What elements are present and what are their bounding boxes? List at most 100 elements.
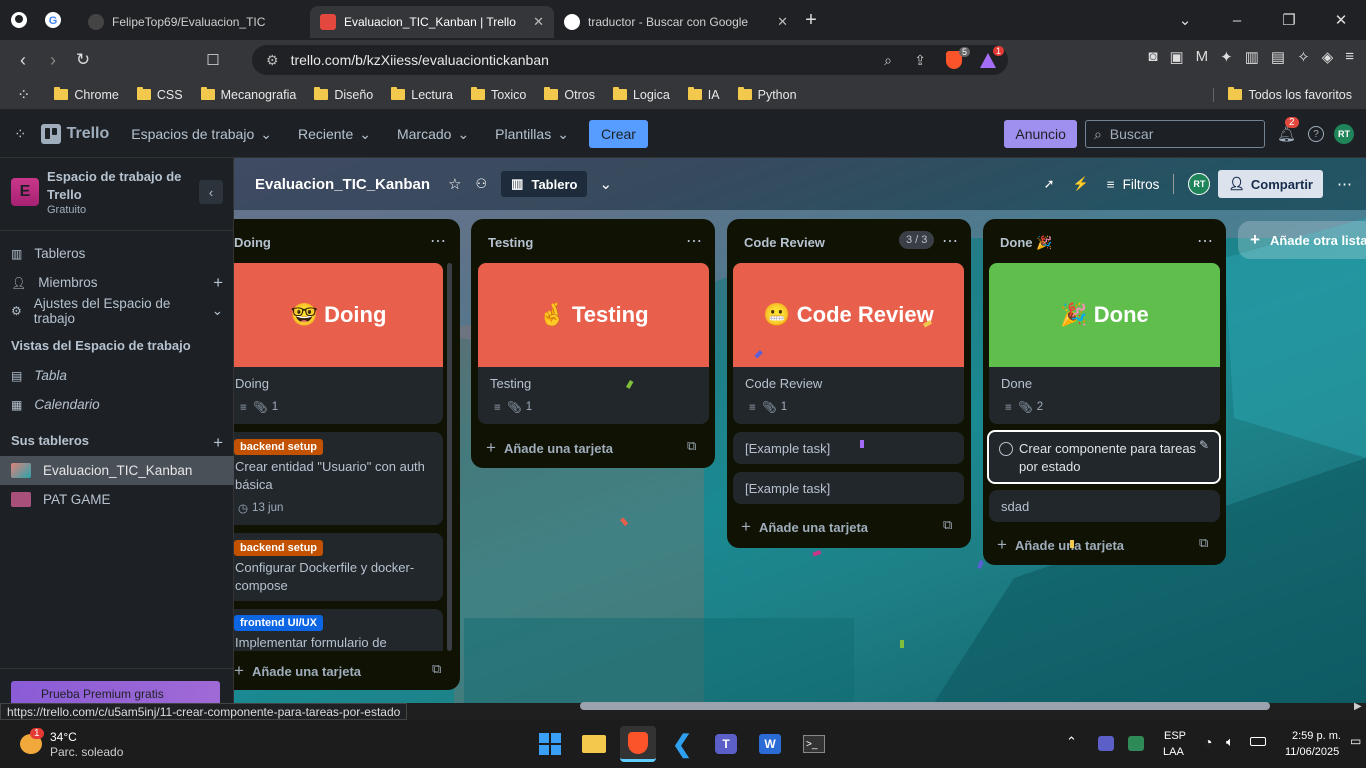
bookmark-folder[interactable]: Mecanografia — [200, 87, 296, 102]
avatar[interactable]: RT — [1334, 124, 1354, 144]
app-switcher-icon[interactable]: ⁘ — [14, 125, 27, 143]
visibility-icon[interactable]: ⚇ — [476, 176, 488, 192]
all-bookmarks[interactable]: Todos los favoritos — [1213, 87, 1352, 102]
list-menu-icon[interactable]: ⋯ — [1197, 231, 1214, 251]
menu-workspaces[interactable]: Espacios de trabajo ⌄ — [131, 126, 272, 143]
menu-templates[interactable]: Plantillas ⌄ — [495, 126, 569, 143]
list-scrollbar[interactable] — [447, 263, 452, 651]
sidebar-item-settings[interactable]: ⚙ Ajustes del Espacio de trabajo ⌄ — [0, 296, 234, 326]
cover-card[interactable]: Doing ≡ 📎︎ 1 — [234, 367, 443, 424]
wallet-icon[interactable]: ▤ — [1271, 48, 1285, 66]
bookmark-folder[interactable]: Python — [737, 87, 797, 102]
list-title[interactable]: Done 🎉 — [1000, 235, 1052, 251]
image-icon[interactable]: ▣ — [1169, 48, 1183, 66]
add-list-button[interactable]: + Añade otra lista — [1238, 221, 1366, 259]
edit-icon[interactable]: ✎ — [1199, 438, 1209, 452]
menu-icon[interactable]: ≡ — [1345, 48, 1354, 66]
reload-icon[interactable]: ↻ — [68, 45, 98, 75]
list-menu-icon[interactable]: ⋯ — [942, 231, 959, 251]
chevron-down-icon[interactable]: ⌄ — [599, 175, 612, 193]
card-cover[interactable]: 🤓 Doing — [234, 263, 443, 367]
card[interactable]: backend setup Configurar Dockerfile y do… — [234, 533, 443, 601]
add-card-button[interactable]: + Añade una tarjeta — [486, 438, 613, 458]
word-icon[interactable]: W — [752, 726, 788, 762]
sidebar-item-calendar[interactable]: ▦ Calendario — [0, 390, 234, 419]
list-title[interactable]: Code Review — [744, 235, 825, 250]
more-icon[interactable]: ⋯ — [1337, 175, 1352, 193]
close-icon[interactable]: ✕ — [533, 14, 544, 30]
star-icon[interactable]: ☆ — [448, 175, 461, 193]
apps-icon[interactable]: ⁘ — [17, 85, 30, 105]
automation-icon[interactable]: ➚ — [1044, 176, 1055, 192]
add-card-button[interactable]: + Añade una tarjeta — [234, 661, 361, 681]
clock-date[interactable]: 11/06/2025 — [1285, 746, 1339, 758]
bookmark-folder[interactable]: Toxico — [470, 87, 526, 102]
camera-icon[interactable]: ◙ — [1148, 48, 1157, 66]
bookmark-folder[interactable]: IA — [687, 87, 720, 102]
collapse-sidebar-button[interactable]: ‹ — [199, 180, 223, 204]
bookmark-folder[interactable]: Otros — [544, 87, 595, 102]
sidebar-item-table[interactable]: ▤ Tabla — [0, 361, 234, 390]
file-explorer-icon[interactable] — [576, 726, 612, 762]
announce-button[interactable]: Anuncio — [1004, 120, 1077, 148]
list-title[interactable]: Doing — [234, 235, 271, 250]
notifications-icon[interactable]: ▭ — [1350, 734, 1361, 748]
site-info-icon[interactable]: ⚙ — [266, 52, 279, 69]
sidebar-item-members[interactable]: 👤︎ Miembros + — [0, 268, 234, 297]
bookmark-folder[interactable]: Diseño — [314, 87, 373, 102]
github-icon[interactable] — [6, 7, 32, 33]
vscode-icon[interactable]: ❮ — [664, 726, 700, 762]
template-icon[interactable]: ⧉ — [1199, 535, 1208, 551]
close-icon[interactable]: ✕ — [777, 14, 788, 30]
tray-app-icon[interactable] — [1128, 736, 1144, 751]
tab-trello[interactable]: Evaluacion_TIC_Kanban | Trello ✕ — [310, 6, 554, 38]
start-icon[interactable] — [532, 726, 568, 762]
list-title[interactable]: Testing — [488, 235, 533, 250]
tab-github[interactable]: FelipeTop69/Evaluacion_TIC — [78, 6, 310, 38]
language-code[interactable]: ESP — [1164, 730, 1186, 742]
teams-icon[interactable]: T — [708, 726, 744, 762]
card[interactable]: frontend UI/UX Implementar formulario de — [234, 609, 443, 651]
keyboard-layout[interactable]: LAA — [1163, 746, 1184, 758]
create-button[interactable]: Crear — [588, 120, 648, 148]
chevron-up-icon[interactable]: ⌃ — [1066, 734, 1077, 750]
ai-icon[interactable]: ✧ — [1297, 48, 1310, 66]
minimize-icon[interactable]: – — [1224, 7, 1250, 33]
zoom-icon[interactable]: ⌕ — [884, 52, 892, 69]
close-window-icon[interactable]: ✕ — [1328, 7, 1354, 33]
sidebar-board-patgame[interactable]: PAT GAME — [0, 485, 234, 514]
chevron-down-icon[interactable]: ⌄ — [1172, 7, 1198, 33]
template-icon[interactable]: ⧉ — [432, 661, 441, 677]
share-icon[interactable]: ⇪ — [914, 52, 926, 69]
malwarebytes-icon[interactable]: M — [1196, 48, 1209, 66]
help-icon[interactable]: ? — [1308, 126, 1324, 142]
sidebar-icon[interactable]: ▥ — [1245, 48, 1259, 66]
power-ups-icon[interactable]: ⚡ — [1073, 176, 1089, 192]
clock-time[interactable]: 2:59 p. m. — [1292, 730, 1341, 742]
forward-icon[interactable]: › — [38, 45, 68, 75]
tab-google[interactable]: traductor - Buscar con Google ✕ — [554, 6, 798, 38]
list-menu-icon[interactable]: ⋯ — [686, 231, 703, 251]
board-title[interactable]: Evaluacion_TIC_Kanban — [255, 176, 430, 193]
url-bar[interactable]: ⚙ trello.com/b/kzXiiess/evaluaciontickan… — [252, 45, 1008, 75]
bookmark-icon[interactable]: ☐ — [198, 45, 228, 75]
terminal-icon[interactable]: >_ — [796, 726, 832, 762]
sidebar-item-boards[interactable]: ▥ Tableros — [0, 239, 234, 268]
extensions-icon[interactable]: ✦ — [1220, 48, 1233, 66]
new-tab-icon[interactable]: + — [798, 7, 824, 33]
restore-icon[interactable]: ❐ — [1276, 7, 1302, 33]
add-board-icon[interactable]: + — [213, 433, 223, 453]
menu-recent[interactable]: Reciente ⌄ — [298, 126, 371, 143]
teams-tray-icon[interactable] — [1098, 736, 1114, 751]
add-member-icon[interactable]: + — [213, 273, 223, 293]
bell-icon[interactable]: 🔔︎ 2 — [1277, 117, 1299, 143]
filters-button[interactable]: ≡ Filtros — [1107, 177, 1160, 192]
sidebar-board-evaluacion[interactable]: Evaluacion_TIC_Kanban — [0, 456, 234, 485]
vpn-icon[interactable]: ◈ — [1322, 48, 1334, 66]
premium-button[interactable]: Prueba Premium gratis — [11, 681, 220, 703]
rewards-icon[interactable] — [980, 52, 996, 68]
back-icon[interactable]: ‹ — [8, 45, 38, 75]
card[interactable]: backend setup Crear entidad "Usuario" co… — [234, 432, 443, 525]
member-avatar[interactable]: RT — [1188, 173, 1211, 195]
google-icon[interactable]: G — [40, 7, 66, 33]
